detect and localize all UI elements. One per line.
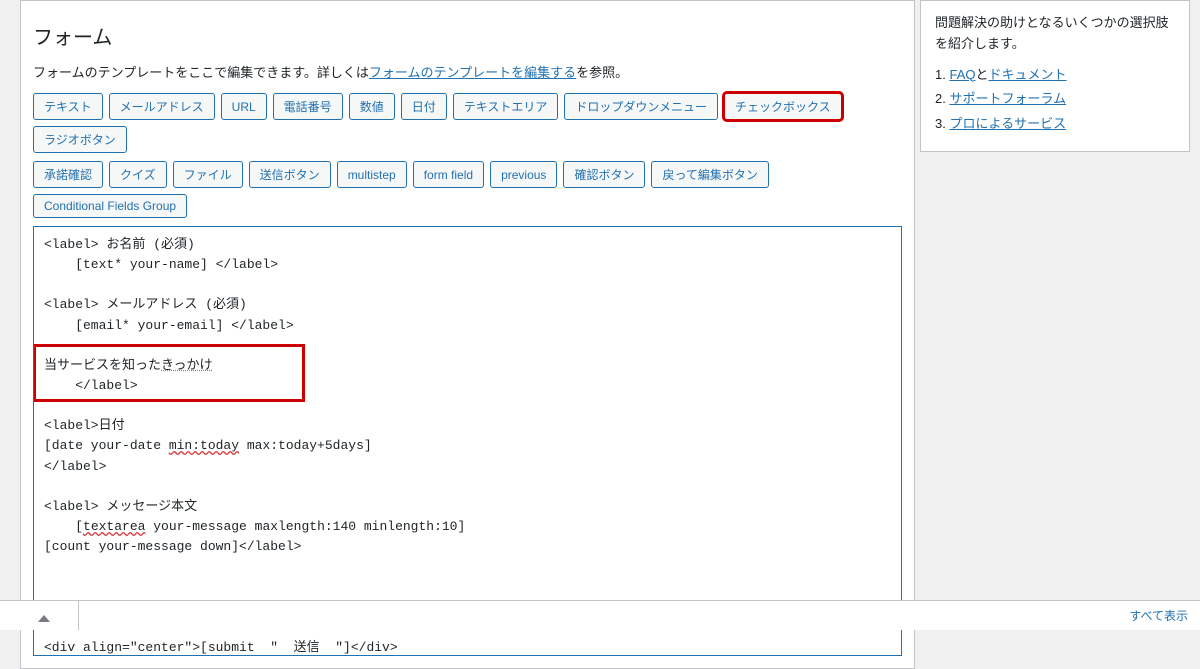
help-intro: 問題解決の助けとなるいくつかの選択肢を紹介します。 [935, 13, 1175, 55]
tag-btn-承諾確認[interactable]: 承諾確認 [33, 161, 103, 188]
help-link[interactable]: サポートフォーラム [949, 91, 1066, 106]
tag-btn-クイズ[interactable]: クイズ [109, 161, 167, 188]
help-link[interactable]: プロによるサービス [949, 116, 1066, 131]
tag-btn-multistep[interactable]: multistep [337, 161, 407, 188]
form-section-desc: フォームのテンプレートをここで編集できます。詳しくはフォームのテンプレートを編集… [33, 62, 902, 81]
tag-btn-ラジオボタン[interactable]: ラジオボタン [33, 126, 127, 153]
help-item: 1. FAQとドキュメント [935, 65, 1175, 86]
help-box: お困りですか？ 問題解決の助けとなるいくつかの選択肢を紹介します。 1. FAQ… [920, 0, 1190, 152]
help-link[interactable]: ドキュメント [989, 67, 1067, 82]
collapse-chevron-icon[interactable] [38, 615, 50, 622]
tag-btn-送信ボタン[interactable]: 送信ボタン [249, 161, 331, 188]
tag-btn-数値[interactable]: 数値 [349, 93, 395, 120]
footer-show-all[interactable]: すべて表示 [1129, 607, 1188, 624]
tag-btn-テキスト[interactable]: テキスト [33, 93, 103, 120]
highlight-box-label [33, 344, 305, 402]
help-link-list: 1. FAQとドキュメント 2. サポートフォーラム 3. プロによるサービス [935, 65, 1175, 135]
tag-btn-previous[interactable]: previous [490, 161, 557, 188]
tag-btn-form field[interactable]: form field [413, 161, 484, 188]
tag-btn-日付[interactable]: 日付 [401, 93, 447, 120]
footer-bar: すべて表示 [0, 600, 1200, 630]
tag-btn-テキストエリア[interactable]: テキストエリア [453, 93, 559, 120]
form-template-editor[interactable]: <label> お名前 (必須) [text* your-name] </lab… [33, 226, 902, 656]
footer-divider [78, 600, 79, 630]
desc-link[interactable]: フォームのテンプレートを編集する [369, 65, 576, 80]
tag-btn-確認ボタン[interactable]: 確認ボタン [563, 161, 645, 188]
help-item: 2. サポートフォーラム [935, 89, 1175, 110]
tag-buttons-row-1: テキストメールアドレスURL電話番号数値日付テキストエリアドロップダウンメニュー… [33, 93, 902, 153]
tag-btn-電話番号[interactable]: 電話番号 [273, 93, 343, 120]
tag-btn-Conditional Fields Group[interactable]: Conditional Fields Group [33, 194, 187, 218]
desc-text-pre: フォームのテンプレートをここで編集できます。詳しくは [33, 65, 369, 80]
help-item: 3. プロによるサービス [935, 114, 1175, 135]
tag-btn-ファイル[interactable]: ファイル [173, 161, 243, 188]
tag-btn-ドロップダウンメニュー[interactable]: ドロップダウンメニュー [564, 93, 718, 120]
tag-btn-メールアドレス[interactable]: メールアドレス [109, 93, 215, 120]
tag-btn-戻って編集ボタン[interactable]: 戻って編集ボタン [651, 161, 768, 188]
tag-buttons-row-2: 承諾確認クイズファイル送信ボタンmultistepform fieldprevi… [33, 161, 902, 218]
form-section-title: フォーム [33, 21, 902, 50]
desc-text-post: を参照。 [576, 65, 628, 80]
help-link[interactable]: FAQ [949, 67, 975, 82]
tag-btn-URL[interactable]: URL [221, 93, 267, 120]
tag-btn-チェックボックス[interactable]: チェックボックス [724, 93, 842, 120]
